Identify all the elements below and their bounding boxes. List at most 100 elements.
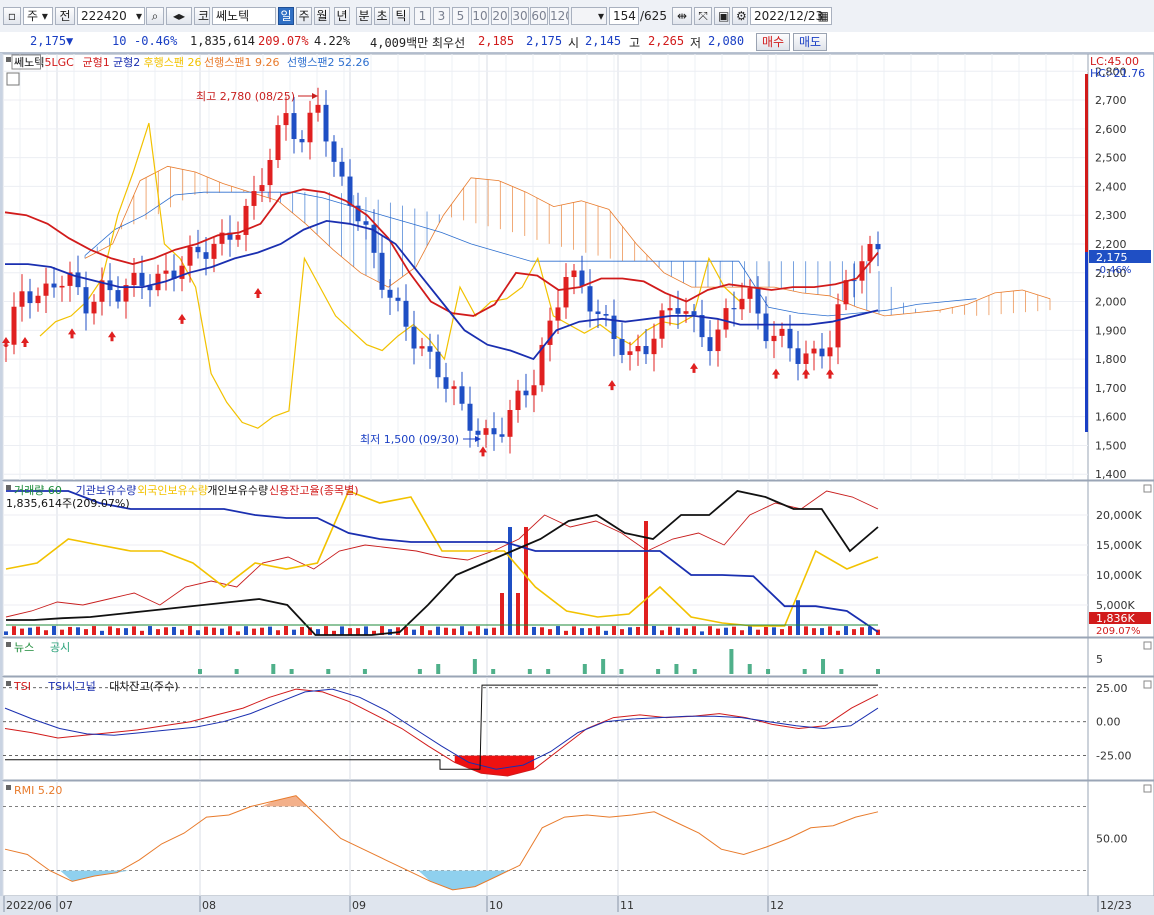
candle-body [267, 160, 273, 186]
candle-body [155, 273, 161, 291]
candle-body [795, 348, 801, 364]
minute-10[interactable]: 10 [471, 7, 489, 25]
crosshair-icon[interactable]: ⤧ [694, 7, 712, 25]
news-bar [876, 669, 880, 674]
range-bar-up [1085, 74, 1088, 252]
custom-period-select[interactable]: ▾ [571, 7, 607, 25]
minute-30[interactable]: 30 [511, 7, 529, 25]
candle-body [59, 285, 65, 288]
volume-bar [852, 629, 856, 635]
direction-down-icon: ▼ [66, 34, 74, 48]
volume-bar [60, 629, 64, 635]
candle-body [395, 297, 401, 301]
candle-body [363, 221, 369, 225]
volume-bar [788, 626, 792, 635]
minute-5[interactable]: 5 [452, 7, 469, 25]
period-second[interactable]: 초 [374, 7, 390, 25]
minute-1[interactable]: 1 [414, 7, 431, 25]
stock-name-field[interactable]: 쎄노텍 [212, 7, 276, 25]
date-value: 2022/12/23 [754, 9, 824, 23]
zoom-icon[interactable]: ⇹ [672, 7, 692, 25]
chart-area[interactable]: 2,8002,7002,6002,5002,4002,3002,2002,100… [0, 53, 1154, 915]
volume-bar [108, 626, 112, 635]
candle-body [435, 351, 441, 378]
price-tick-label: 2,200 [1095, 238, 1127, 251]
stock-code-input[interactable]: 222420 ▾ [77, 7, 145, 25]
volume-bar [268, 626, 272, 635]
save-icon[interactable]: ▣ [714, 7, 730, 25]
minute-20[interactable]: 20 [491, 7, 509, 25]
candle-body [43, 283, 49, 296]
period-year[interactable]: 년 [334, 7, 350, 25]
news-bar [692, 669, 697, 674]
minute-60[interactable]: 60 [530, 7, 548, 25]
news-bar [417, 669, 422, 674]
candle-body [715, 329, 721, 352]
news-bar [821, 659, 826, 674]
period-tick[interactable]: 틱 [392, 7, 410, 25]
news-bar [491, 669, 496, 674]
volume-bar [684, 628, 688, 635]
volume-bar [812, 628, 816, 635]
candle-body [803, 353, 809, 364]
volume-bar [284, 626, 288, 635]
volume-bar [636, 626, 640, 635]
volume-bar [676, 627, 680, 635]
open-price: 2,145 [585, 34, 622, 48]
gear-icon[interactable]: ⚙ [732, 7, 748, 25]
period-month[interactable]: 월 [314, 7, 330, 25]
volume-bar [436, 626, 440, 635]
count-input[interactable]: 154 [609, 7, 639, 25]
volume-bar [524, 527, 528, 635]
price-tick-label: 1,900 [1095, 324, 1127, 337]
candle-body [691, 311, 697, 316]
volume-bar [484, 628, 488, 635]
news-bar [601, 659, 606, 674]
news-legend-0: 뉴스 [14, 641, 34, 654]
news-bar [326, 669, 331, 674]
minute-120[interactable]: 120 [549, 7, 569, 25]
news-bar [234, 669, 239, 674]
current-price-label: 2,175 [1096, 251, 1128, 264]
market-type-select[interactable]: 주 ▾ [23, 7, 53, 25]
search-icon[interactable]: ⌕ [146, 7, 164, 25]
speaker-icon[interactable]: ◂▸ [166, 7, 192, 25]
date-input[interactable]: 2022/12/23 ▦ [750, 7, 832, 25]
chevron-down-icon: ▾ [135, 9, 142, 23]
calendar-icon[interactable]: ▦ [818, 8, 829, 24]
volume-bar [620, 629, 624, 635]
volume-bar [740, 630, 744, 635]
candle-body [475, 430, 481, 435]
grid-toggle-icon [6, 72, 20, 86]
price-tick-label: 1,400 [1095, 468, 1127, 481]
candle-body [315, 104, 321, 113]
volume-bar [204, 626, 208, 635]
candle-body [419, 346, 425, 349]
candle-body [323, 104, 329, 142]
minute-3[interactable]: 3 [433, 7, 450, 25]
volume-bar [500, 593, 504, 635]
volume-bar [612, 626, 616, 635]
candle-body [627, 351, 633, 355]
period-minute[interactable]: 분 [356, 7, 372, 25]
window-toggle-icon[interactable]: ▫ [3, 7, 21, 25]
sell-button[interactable]: 매도 [793, 33, 827, 51]
candle-body [603, 314, 609, 316]
news-bar [472, 659, 477, 674]
volume-bar [828, 626, 832, 635]
volume-bar [140, 630, 144, 635]
volume-tick-label: 20,000K [1096, 509, 1142, 522]
volume-bar [764, 626, 768, 635]
price-tick-label: 2,500 [1095, 152, 1127, 165]
prev-button[interactable]: 전 [55, 7, 75, 25]
buy-button[interactable]: 매수 [756, 33, 790, 51]
volume-bar [564, 630, 568, 635]
volume-bar [196, 630, 200, 635]
period-week[interactable]: 주 [296, 7, 312, 25]
candle-body [27, 291, 33, 304]
volume-bar [444, 627, 448, 635]
quote-bar: 2,175 ▼ 10 -0.46% 1,835,614 209.07% 4.22… [0, 32, 1154, 53]
period-day[interactable]: 일 [278, 7, 294, 25]
news-bar [362, 669, 367, 674]
volume-bar [252, 628, 256, 635]
